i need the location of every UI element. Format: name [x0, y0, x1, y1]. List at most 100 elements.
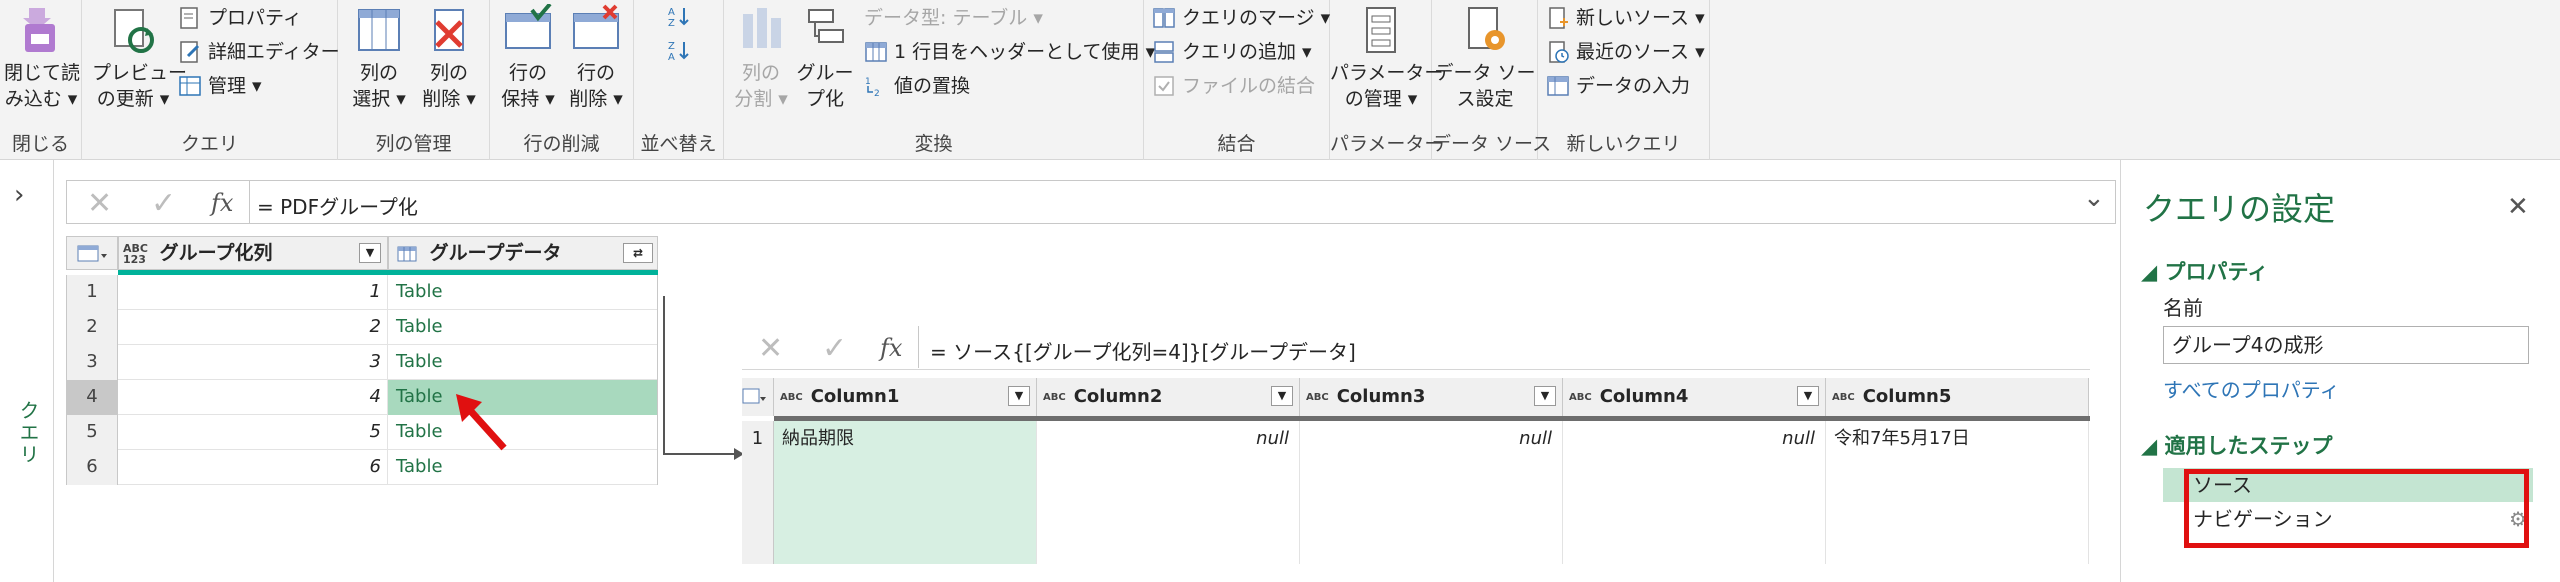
queries-pane-label[interactable]: クエリ: [14, 400, 43, 466]
choose-columns-button[interactable]: 列の 選択 ▾: [346, 4, 412, 112]
preview-column-header[interactable]: ABC Column5: [1826, 378, 2089, 416]
merge-queries-button[interactable]: クエリのマージ ▾: [1152, 4, 1330, 32]
preview-cell[interactable]: null: [1563, 421, 1826, 564]
sort-ascending-button[interactable]: AZ: [666, 4, 690, 28]
column-header-group-data[interactable]: グループデータ ⇄: [388, 236, 658, 270]
preview-cell[interactable]: null: [1300, 421, 1563, 564]
preview-cell[interactable]: 納品期限: [774, 421, 1037, 564]
any-type-icon[interactable]: ABC 123: [123, 243, 148, 265]
enter-data-button[interactable]: データの入力: [1546, 72, 1690, 100]
table-row[interactable]: 4 4 Table: [66, 380, 658, 415]
close-load-label1: 閉じて読: [4, 62, 81, 84]
expand-queries-chevron-icon[interactable]: ›: [14, 180, 24, 210]
preview-cancel-icon[interactable]: ✕: [758, 331, 783, 366]
refresh-preview-button[interactable]: プレビュー の更新 ▾: [92, 4, 188, 112]
text-type-icon[interactable]: ABC: [780, 392, 803, 403]
table-corner-menu[interactable]: [66, 236, 118, 270]
preview-formula-text[interactable]: = ソース{[グループ化列=4]}[グループデータ]: [930, 336, 1356, 365]
new-source-button[interactable]: 新しいソース ▾: [1546, 4, 1705, 32]
remove-columns-button[interactable]: 列の 削除 ▾: [416, 4, 482, 112]
properties-button[interactable]: プロパティ: [178, 4, 302, 32]
column-filter-dropdown-icon[interactable]: ▼: [1008, 386, 1030, 406]
group-key-cell[interactable]: 2: [118, 310, 388, 345]
text-type-icon[interactable]: ABC: [1569, 392, 1592, 403]
cancel-formula-icon[interactable]: ✕: [87, 186, 112, 221]
query-name-input[interactable]: グループ4の成形: [2163, 326, 2529, 364]
preview-fx-icon[interactable]: fx: [880, 334, 902, 362]
text-type-icon[interactable]: ABC: [1306, 392, 1329, 403]
group-label-columns: 列の管理: [375, 133, 452, 155]
preview-row-number: 1: [742, 421, 774, 457]
table-row[interactable]: 1 1 Table: [66, 275, 658, 310]
row-number[interactable]: 4: [66, 380, 118, 415]
data-type-dropdown[interactable]: データ型: テーブル ▾: [864, 4, 1043, 32]
formula-text[interactable]: = PDFグループ化: [257, 191, 418, 220]
commit-formula-icon[interactable]: ✓: [151, 186, 176, 221]
table-link-cell[interactable]: Table: [388, 380, 658, 415]
column-filter-dropdown-icon[interactable]: ▼: [1797, 386, 1819, 406]
ribbon: 閉じて読 み込む ▾ 閉じる プレビュー の更新 ▾ プロパティ 詳細エディター…: [0, 0, 2560, 160]
preview-cell[interactable]: null: [1037, 421, 1300, 564]
close-and-load-button[interactable]: 閉じて読 み込む ▾: [4, 4, 81, 112]
table-row[interactable]: 6 6 Table: [66, 450, 658, 485]
table-type-icon[interactable]: [397, 246, 417, 262]
expand-formula-chevron-icon[interactable]: ⌄: [2083, 183, 2105, 213]
row-number[interactable]: 5: [66, 415, 118, 450]
group-key-cell[interactable]: 3: [118, 345, 388, 380]
row-number[interactable]: 3: [66, 345, 118, 380]
column-filter-dropdown-icon[interactable]: ▼: [1271, 386, 1293, 406]
preview-column-header[interactable]: ABC Column2 ▼: [1037, 378, 1300, 416]
expand-column-icon[interactable]: ⇄: [623, 243, 653, 263]
combine-files-button[interactable]: ファイルの結合: [1152, 72, 1315, 100]
applied-steps-header[interactable]: ◢ 適用したステップ: [2141, 430, 2332, 460]
table-link-cell[interactable]: Table: [388, 310, 658, 345]
preview-column-header[interactable]: ABC Column1 ▼: [774, 378, 1037, 416]
table-row[interactable]: 5 5 Table: [66, 415, 658, 450]
sort-descending-button[interactable]: ZA: [666, 38, 690, 62]
group-key-cell[interactable]: 6: [118, 450, 388, 485]
preview-commit-icon[interactable]: ✓: [822, 331, 847, 366]
refresh-label1: プレビュー: [92, 62, 188, 84]
data-source-settings-button[interactable]: データ ソー ス設定: [1432, 4, 1538, 112]
table-link-cell[interactable]: Table: [388, 450, 658, 485]
column-header-group-key[interactable]: ABC 123 グループ化列 ▼: [118, 236, 388, 270]
table-link-cell[interactable]: Table: [388, 275, 658, 310]
append-queries-button[interactable]: クエリの追加 ▾: [1152, 38, 1312, 66]
column-filter-dropdown-icon[interactable]: ▼: [359, 243, 381, 263]
advanced-editor-button[interactable]: 詳細エディター: [178, 38, 340, 66]
group-label-close: 閉じる: [11, 133, 69, 155]
preview-column-header[interactable]: ABC Column3 ▼: [1300, 378, 1563, 416]
column-filter-dropdown-icon[interactable]: ▼: [1534, 386, 1556, 406]
remove-columns-label2: 削除 ▾: [422, 88, 476, 110]
keep-rows-button[interactable]: 行の 保持 ▾: [496, 4, 560, 112]
group-key-cell[interactable]: 4: [118, 380, 388, 415]
manage-button[interactable]: 管理 ▾: [178, 72, 262, 100]
recent-sources-button[interactable]: 最近のソース ▾: [1546, 38, 1705, 66]
table-link-cell[interactable]: Table: [388, 345, 658, 380]
table-row[interactable]: 2 2 Table: [66, 310, 658, 345]
split-column-button[interactable]: 列の 分割 ▾: [730, 4, 792, 112]
insert-function-icon[interactable]: fx: [211, 189, 233, 217]
data-type-label: データ型: テーブル ▾: [864, 7, 1043, 29]
manage-parameters-button[interactable]: パラメーター の管理 ▾: [1330, 4, 1443, 112]
close-settings-icon[interactable]: ✕: [2507, 192, 2529, 222]
table-row[interactable]: 3 3 Table: [66, 345, 658, 380]
group-by-button[interactable]: グルー プ化: [794, 4, 856, 112]
use-first-row-header-button[interactable]: 1 行目をヘッダーとして使用 ▾: [864, 38, 1155, 66]
group-combine: クエリのマージ ▾ クエリの追加 ▾ ファイルの結合 結合: [1144, 0, 1330, 160]
replace-values-button[interactable]: 12 値の置換: [864, 72, 970, 100]
preview-column-header[interactable]: ABC Column4 ▼: [1563, 378, 1826, 416]
group-key-cell[interactable]: 1: [118, 275, 388, 310]
preview-cell[interactable]: 令和7年5月17日: [1826, 421, 2089, 564]
group-key-cell[interactable]: 5: [118, 415, 388, 450]
row-number[interactable]: 2: [66, 310, 118, 345]
preview-corner-menu[interactable]: [742, 378, 774, 416]
text-type-icon[interactable]: ABC: [1043, 392, 1066, 403]
row-number[interactable]: 6: [66, 450, 118, 485]
properties-section-header[interactable]: ◢ プロパティ: [2141, 256, 2268, 286]
row-number[interactable]: 1: [66, 275, 118, 310]
all-properties-link[interactable]: すべてのプロパティ: [2163, 374, 2340, 403]
remove-rows-button[interactable]: 行の 削除 ▾: [564, 4, 628, 112]
text-type-icon[interactable]: ABC: [1832, 392, 1855, 403]
table-link-cell[interactable]: Table: [388, 415, 658, 450]
